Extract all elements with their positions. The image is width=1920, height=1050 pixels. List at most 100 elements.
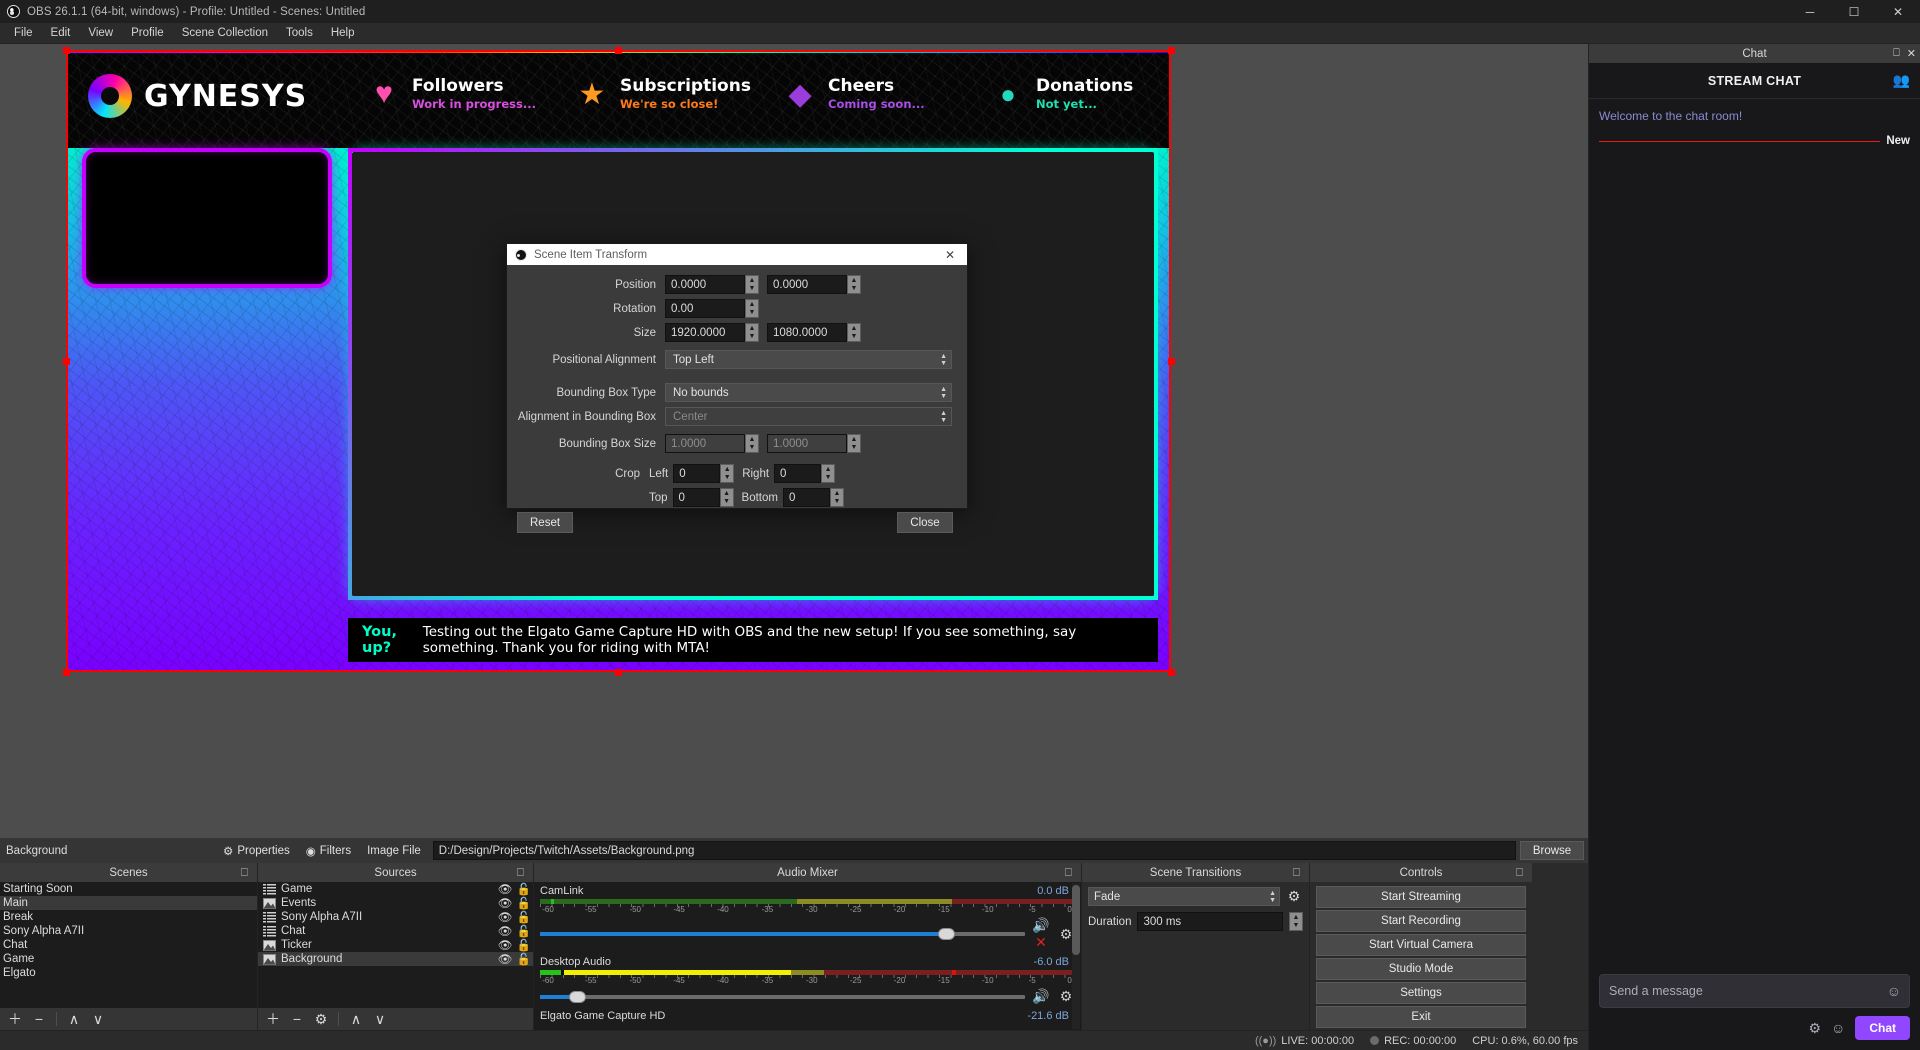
menu-profile[interactable]: Profile bbox=[122, 25, 173, 41]
source-item-sony-alpha-a7ii[interactable]: Sony Alpha A7II 👁 🔓 bbox=[258, 910, 533, 924]
eye-icon[interactable]: 👁 bbox=[495, 910, 515, 924]
bounding-box-type-select[interactable]: No bounds ▲ ▼ bbox=[665, 383, 952, 402]
emote-icon[interactable]: ☺ bbox=[1831, 1020, 1845, 1036]
scene-item-main[interactable]: Main bbox=[0, 896, 257, 910]
position-x-input[interactable]: 0.0000 bbox=[665, 275, 745, 294]
speaker-icon[interactable]: 🔊 bbox=[1031, 988, 1051, 1005]
mixer-scrollbar[interactable] bbox=[1072, 883, 1080, 1029]
volume-slider[interactable] bbox=[540, 928, 1025, 940]
chat-message-input[interactable]: Send a message ☺ bbox=[1599, 974, 1910, 1008]
reset-button[interactable]: Reset bbox=[517, 512, 574, 533]
position-y-input[interactable]: 0.0000 bbox=[767, 275, 847, 294]
settings-button[interactable]: Settings bbox=[1316, 982, 1526, 1004]
scene-item-sony-alpha-a7ii[interactable]: Sony Alpha A7II bbox=[0, 924, 257, 938]
crop-right-stepper[interactable]: ▲ ▼ bbox=[821, 464, 836, 483]
minimize-button[interactable]: ─ bbox=[1788, 0, 1832, 23]
close-dialog-button[interactable]: Close bbox=[897, 512, 953, 533]
source-item-ticker[interactable]: Ticker 👁 🔓 bbox=[258, 938, 533, 952]
size-height-stepper[interactable]: ▲ ▼ bbox=[847, 323, 861, 342]
crop-bottom-stepper[interactable]: ▲ ▼ bbox=[829, 488, 844, 507]
eye-icon[interactable]: 👁 bbox=[495, 938, 515, 952]
position-x-stepper[interactable]: ▲ ▼ bbox=[745, 275, 759, 294]
undock-icon[interactable]: ⎕ bbox=[1893, 47, 1900, 60]
menu-tools[interactable]: Tools bbox=[277, 25, 322, 41]
lock-open-icon[interactable]: 🔓 bbox=[515, 952, 533, 966]
scene-item-starting-soon[interactable]: Starting Soon bbox=[0, 882, 257, 896]
add-scene-button[interactable]: ＋ bbox=[4, 1010, 26, 1029]
sources-list[interactable]: Game 👁 🔓 Events 👁 🔓 Sony Alpha A7II 👁 🔓 … bbox=[258, 882, 533, 1008]
rotation-stepper[interactable]: ▲ ▼ bbox=[745, 299, 759, 318]
camera-source-frame[interactable] bbox=[82, 148, 332, 288]
smiley-icon[interactable]: ☺ bbox=[1887, 983, 1901, 999]
move-scene-up-button[interactable]: ∧ bbox=[63, 1010, 85, 1029]
menu-file[interactable]: File bbox=[5, 25, 42, 41]
eye-icon[interactable]: 👁 bbox=[495, 882, 515, 896]
size-width-stepper[interactable]: ▲ ▼ bbox=[745, 323, 759, 342]
selection-handle-tc[interactable] bbox=[615, 47, 622, 54]
source-properties-button[interactable]: ⚙ bbox=[310, 1010, 332, 1029]
crop-bottom-input[interactable]: 0 bbox=[782, 488, 830, 507]
selection-handle-mr[interactable] bbox=[1168, 358, 1175, 365]
remove-source-button[interactable]: − bbox=[286, 1010, 308, 1029]
selection-handle-ml[interactable] bbox=[63, 358, 70, 365]
undock-icon[interactable]: ⎕ bbox=[241, 867, 252, 879]
crop-left-input[interactable]: 0 bbox=[673, 464, 721, 483]
selection-handle-br[interactable] bbox=[1168, 669, 1175, 676]
scene-item-chat[interactable]: Chat bbox=[0, 938, 257, 952]
positional-alignment-select[interactable]: Top Left ▲ ▼ bbox=[665, 350, 952, 369]
selection-handle-tr[interactable] bbox=[1168, 47, 1175, 54]
crop-top-stepper[interactable]: ▲ ▼ bbox=[719, 488, 734, 507]
undock-icon[interactable]: ⎕ bbox=[1293, 867, 1304, 879]
scene-item-transform-dialog[interactable]: Scene Item Transform ✕ Position 0.0000 ▲… bbox=[506, 243, 968, 533]
studio-mode-button[interactable]: Studio Mode bbox=[1316, 958, 1526, 980]
bounding-box-height-stepper[interactable]: ▲ ▼ bbox=[847, 434, 861, 453]
selection-handle-tl[interactable] bbox=[63, 47, 70, 54]
lock-open-icon[interactable]: 🔓 bbox=[515, 896, 533, 910]
exit-button[interactable]: Exit bbox=[1316, 1006, 1526, 1028]
move-scene-down-button[interactable]: ∨ bbox=[87, 1010, 109, 1029]
close-icon[interactable]: ✕ bbox=[1907, 47, 1916, 60]
source-item-background[interactable]: Background 👁 🔓 bbox=[258, 952, 533, 966]
menu-help[interactable]: Help bbox=[322, 25, 364, 41]
size-width-input[interactable]: 1920.0000 bbox=[665, 323, 745, 342]
scene-item-elgato[interactable]: Elgato bbox=[0, 966, 257, 980]
scene-item-game[interactable]: Game bbox=[0, 952, 257, 966]
undock-icon[interactable]: ⎕ bbox=[1065, 867, 1076, 879]
maximize-button[interactable]: ☐ bbox=[1832, 0, 1876, 23]
lock-open-icon[interactable]: 🔓 bbox=[515, 910, 533, 924]
image-path-input[interactable]: D:/Design/Projects/Twitch/Assets/Backgro… bbox=[432, 841, 1516, 860]
close-icon[interactable]: ✕ bbox=[933, 244, 967, 265]
eye-icon[interactable]: 👁 bbox=[495, 924, 515, 938]
menu-scene-collection[interactable]: Scene Collection bbox=[173, 25, 277, 41]
selection-handle-bc[interactable] bbox=[615, 669, 622, 676]
lock-open-icon[interactable]: 🔓 bbox=[515, 882, 533, 896]
properties-button[interactable]: ⚙ Properties bbox=[215, 840, 298, 861]
transition-duration-input[interactable]: 300 ms bbox=[1137, 912, 1283, 931]
eye-icon[interactable]: 👁 bbox=[495, 896, 515, 910]
bounding-box-height-input[interactable]: 1.0000 bbox=[767, 434, 847, 453]
volume-slider[interactable] bbox=[540, 990, 1025, 1003]
crop-top-input[interactable]: 0 bbox=[672, 488, 720, 507]
scenes-list[interactable]: Starting Soon Main Break Sony Alpha A7II… bbox=[0, 882, 257, 1008]
menu-view[interactable]: View bbox=[79, 25, 122, 41]
filters-button[interactable]: ◉ Filters bbox=[298, 840, 359, 861]
crop-right-input[interactable]: 0 bbox=[774, 464, 822, 483]
browse-button[interactable]: Browse bbox=[1520, 841, 1584, 860]
bounding-box-width-input[interactable]: 1.0000 bbox=[665, 434, 745, 453]
transition-type-select[interactable]: Fade ▲ ▼ bbox=[1088, 887, 1280, 906]
selection-handle-bl[interactable] bbox=[63, 669, 70, 676]
eye-icon[interactable]: 👁 bbox=[495, 952, 515, 966]
size-height-input[interactable]: 1080.0000 bbox=[767, 323, 847, 342]
duration-stepper[interactable]: ▲ ▼ bbox=[1289, 912, 1303, 931]
chat-send-button[interactable]: Chat bbox=[1855, 1016, 1910, 1040]
start-recording-button[interactable]: Start Recording bbox=[1316, 910, 1526, 932]
add-source-button[interactable]: ＋ bbox=[262, 1010, 284, 1029]
lock-open-icon[interactable]: 🔓 bbox=[515, 938, 533, 952]
move-source-up-button[interactable]: ∧ bbox=[345, 1010, 367, 1029]
start-virtual-camera-button[interactable]: Start Virtual Camera bbox=[1316, 934, 1526, 956]
mixer-tracks[interactable]: CamLink 0.0 dB -60 -55 -50 -45 -40 -35 -… bbox=[534, 882, 1081, 1030]
remove-scene-button[interactable]: − bbox=[28, 1010, 50, 1029]
speaker-muted-icon[interactable]: 🔊✕ bbox=[1031, 917, 1051, 951]
position-y-stepper[interactable]: ▲ ▼ bbox=[847, 275, 861, 294]
crop-left-stepper[interactable]: ▲ ▼ bbox=[720, 464, 735, 483]
